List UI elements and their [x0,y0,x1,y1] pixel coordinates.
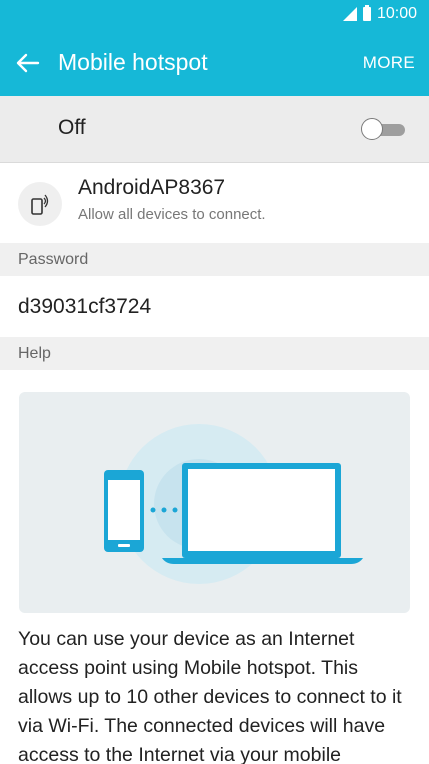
toggle-label: Off [58,116,86,139]
help-header-label: Help [18,345,51,362]
hotspot-toggle-row[interactable]: Off [0,96,429,163]
battery-icon [362,5,371,21]
help-section-header: Help [0,337,429,370]
switch-knob [361,118,383,140]
password-row[interactable]: d39031cf3724 [0,276,429,337]
password-header-label: Password [18,251,89,268]
network-name: AndroidAP8367 [78,176,226,199]
network-subtitle: Allow all devices to connect. [78,206,266,223]
hotspot-device-icon [18,182,62,226]
network-row[interactable]: AndroidAP8367 Allow all devices to conne… [0,163,429,243]
signal-icon [342,7,357,21]
phone-broadcast-icon [31,194,49,215]
page-title: Mobile hotspot [58,49,208,75]
status-time: 10:00 [376,5,417,22]
hotspot-switch[interactable] [361,118,407,140]
hotspot-illustration-graphic [104,424,363,584]
help-description: You can use your device as an Internet a… [18,628,402,764]
hotspot-illustration [19,392,410,613]
password-value: d39031cf3724 [18,295,152,318]
back-arrow-icon[interactable] [14,49,42,77]
password-section-header: Password [0,243,429,276]
status-icons: 10:00 [342,5,417,23]
hotspot-screen: 10:00 Mobile hotspot MORE Off AndroidAP8… [0,0,429,764]
status-bar: 10:00 [0,0,429,31]
app-bar: Mobile hotspot MORE [0,31,429,96]
more-button[interactable]: MORE [363,53,415,73]
